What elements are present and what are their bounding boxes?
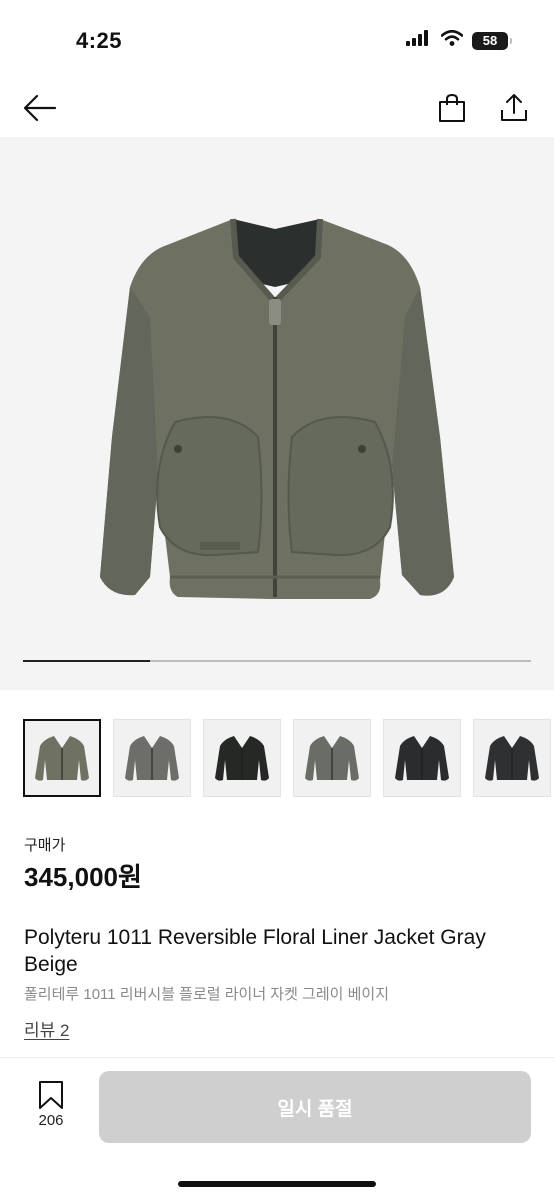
- wishlist-count: 206: [38, 1112, 64, 1129]
- battery-icon: 58: [472, 31, 512, 50]
- thumbnail-jacket-image: [215, 736, 269, 781]
- product-title-ko: 폴리테루 1011 리버시블 플로럴 라이너 자켓 그레이 베이지: [24, 986, 390, 1003]
- share-icon: [501, 94, 527, 121]
- back-button[interactable]: [20, 88, 60, 128]
- review-link[interactable]: 리뷰 2: [24, 1016, 69, 1041]
- thumbnail-jacket-image: [485, 736, 539, 781]
- product-title-en: Polyteru 1011 Reversible Floral Liner Ja…: [24, 926, 486, 976]
- gallery-progress-fill: [23, 660, 150, 662]
- status-bar: 4:25 58: [0, 0, 554, 80]
- divider: [0, 1057, 554, 1058]
- thumbnail-4[interactable]: [293, 719, 371, 797]
- wishlist-button[interactable]: 206: [26, 1080, 76, 1134]
- status-time: 4:25: [76, 28, 123, 53]
- thumbnail-5[interactable]: [383, 719, 461, 797]
- bookmark-icon: [39, 1081, 63, 1109]
- thumbnail-jacket-image: [395, 736, 449, 781]
- wifi-icon: [440, 29, 464, 51]
- back-arrow-icon: [23, 94, 57, 122]
- thumbnail-jacket-image: [305, 736, 359, 781]
- product-image-gallery[interactable]: [0, 137, 554, 690]
- share-button[interactable]: [494, 88, 534, 128]
- status-icons: 58: [406, 29, 512, 51]
- price-label: 구매가: [24, 837, 66, 854]
- nav-bar: [0, 80, 554, 136]
- jacket-image: [100, 218, 454, 599]
- thumbnail-jacket-image: [125, 736, 179, 781]
- thumbnail-3[interactable]: [203, 719, 281, 797]
- shopping-bag-icon: [439, 93, 465, 122]
- signal-icon: [406, 30, 432, 51]
- price-value: 345,000원: [24, 862, 142, 892]
- shopping-bag-button[interactable]: [432, 88, 472, 128]
- thumbnail-2[interactable]: [113, 719, 191, 797]
- thumbnail-jacket-image: [35, 736, 89, 781]
- home-indicator: [178, 1181, 376, 1187]
- soldout-button[interactable]: 일시 품절: [99, 1071, 531, 1143]
- gallery-progress-track: [23, 660, 531, 662]
- thumbnail-6[interactable]: [473, 719, 551, 797]
- thumbnail-strip: [23, 719, 554, 799]
- thumbnail-1[interactable]: [23, 719, 101, 797]
